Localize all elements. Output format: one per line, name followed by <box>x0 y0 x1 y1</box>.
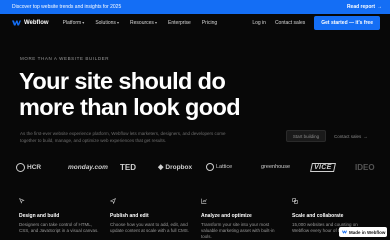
login-link[interactable]: Log in <box>252 20 266 26</box>
badge-label: Made in Webflow <box>349 229 386 235</box>
announcement-banner: Discover top website trends and insights… <box>0 0 390 14</box>
banner-text: Discover top website trends and insights… <box>12 4 122 10</box>
hcr-mark-icon <box>16 162 25 172</box>
logo-monday: monday.com <box>68 163 108 171</box>
logo-lattice: Lattice <box>206 163 261 171</box>
arrow-right-icon: → <box>363 133 368 139</box>
contact-sales-link[interactable]: Contact sales <box>275 20 305 26</box>
feature-design: Design and build Designers can take cont… <box>19 198 110 240</box>
logo-ted: TED <box>120 162 136 172</box>
webflow-logo-icon <box>12 20 21 26</box>
feature-analyze: Analyze and optimize Transform your site… <box>201 198 292 240</box>
read-report-link[interactable]: Read report → <box>347 4 382 10</box>
features-row: Design and build Designers can take cont… <box>0 198 390 240</box>
logo-vice: VICE <box>310 162 355 172</box>
feature-title: Design and build <box>19 213 60 219</box>
get-started-button[interactable]: Get started — it's free <box>314 16 380 30</box>
chart-icon <box>201 198 207 204</box>
feature-desc: Designers can take control of HTML, CSS,… <box>19 222 99 233</box>
main-navigation: Webflow Platform Solutions Resources Ent… <box>0 14 390 32</box>
feature-desc: Transform your site into your most valua… <box>201 222 275 239</box>
headline-line-2: more than look good <box>19 94 241 120</box>
nav-enterprise[interactable]: Enterprise <box>168 20 191 26</box>
made-in-webflow-badge[interactable]: Made in Webflow <box>339 227 387 237</box>
hero-eyebrow: MORE THAN A WEBSITE BUILDER <box>20 56 110 61</box>
arrow-right-icon: → <box>377 4 382 10</box>
hero-contact-sales-link[interactable]: Contact sales → <box>334 130 368 142</box>
headline-line-1: Your site should do <box>19 68 226 94</box>
nav-solutions[interactable]: Solutions <box>95 20 119 26</box>
cursor-icon <box>19 198 25 204</box>
scale-icon <box>292 198 298 204</box>
customer-logos: HCR monday.com TED ◆ Dropbox Lattice gre… <box>16 160 390 174</box>
read-report-label: Read report <box>346 4 375 10</box>
send-icon <box>110 198 116 204</box>
feature-publish: Publish and edit Choose how you want to … <box>110 198 201 240</box>
nav-resources[interactable]: Resources <box>130 20 157 26</box>
lattice-mark-icon <box>206 163 214 171</box>
nav-platform[interactable]: Platform <box>63 20 85 26</box>
hero-subtext: As the first-ever website experience pla… <box>20 131 226 143</box>
feature-title: Publish and edit <box>110 213 149 219</box>
hero-headline: Your site should do more than look good <box>19 68 339 120</box>
hero-contact-sales-label: Contact sales <box>334 133 362 139</box>
logo-dropbox: ◆ Dropbox <box>158 163 193 172</box>
webflow-logo-icon <box>342 230 347 234</box>
dropbox-icon: ◆ <box>158 164 164 171</box>
feature-title: Analyze and optimize <box>201 213 252 219</box>
brand-name: Webflow <box>24 20 49 26</box>
logo-greenhouse: greenhouse <box>261 164 291 170</box>
logo-hcr: HCR <box>16 162 68 172</box>
feature-title: Scale and collaborate <box>292 213 344 219</box>
start-building-button[interactable]: Start building <box>286 130 326 142</box>
brand-logo[interactable]: Webflow <box>12 20 49 26</box>
feature-desc: Choose how you want to add, edit, and up… <box>110 222 190 233</box>
logo-ideo: IDEO <box>355 162 375 172</box>
nav-pricing[interactable]: Pricing <box>202 20 217 26</box>
